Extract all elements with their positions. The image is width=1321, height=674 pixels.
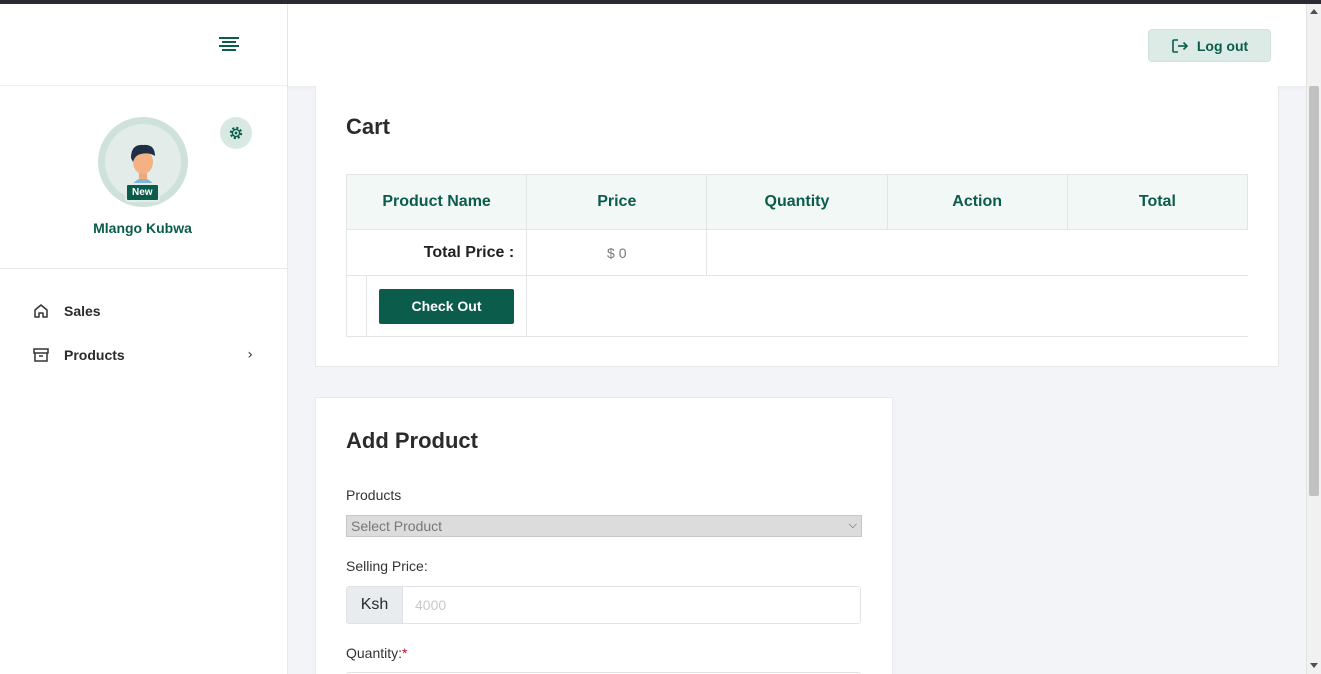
add-product-card: Add Product Products Select Product ⌵ Se… xyxy=(315,397,893,674)
avatar[interactable]: New xyxy=(98,117,188,207)
column-header: Quantity xyxy=(706,174,888,230)
products-label: Products xyxy=(346,487,402,503)
selling-price-input[interactable] xyxy=(403,587,860,623)
sidebar-header xyxy=(0,4,287,86)
menu-toggle-icon[interactable] xyxy=(219,37,239,53)
user-name: Mlango Kubwa xyxy=(93,220,192,236)
total-row: Total Price : $ 0 xyxy=(345,229,1248,276)
column-header: Total xyxy=(1066,174,1249,230)
cart-table: Product Name Price Quantity Action Total… xyxy=(345,174,1249,337)
table-header-row: Product Name Price Quantity Action Total xyxy=(345,174,1249,230)
column-header: Price xyxy=(526,174,708,230)
chevron-right-icon: › xyxy=(247,347,253,363)
sidebar-item-label: Sales xyxy=(64,303,101,319)
empty-cell xyxy=(526,275,1248,337)
empty-cell xyxy=(706,229,1248,276)
sidebar-item-label: Products xyxy=(64,347,125,363)
top-header: Log out xyxy=(288,4,1306,86)
checkout-cell: Check Out xyxy=(345,275,528,337)
logout-icon xyxy=(1172,38,1188,53)
product-select-value: Select Product xyxy=(351,518,443,534)
checkout-button[interactable]: Check Out xyxy=(379,288,514,324)
logout-button[interactable]: Log out xyxy=(1148,29,1271,62)
sidebar-item-sales[interactable]: Sales xyxy=(0,289,287,333)
add-product-title: Add Product xyxy=(346,428,478,453)
gear-icon xyxy=(229,126,243,140)
column-header: Action xyxy=(886,174,1068,230)
settings-button[interactable] xyxy=(220,117,252,149)
product-select[interactable]: Select Product ⌵ xyxy=(346,515,862,537)
quantity-label: Quantity:* xyxy=(346,645,407,661)
scroll-thumb[interactable] xyxy=(1309,86,1319,496)
required-mark: * xyxy=(402,645,408,661)
logout-label: Log out xyxy=(1196,37,1249,54)
total-price-label: Total Price : xyxy=(345,229,528,276)
cart-card: Cart Product Name Price Quantity Action … xyxy=(315,86,1279,367)
sidebar-item-products[interactable]: Products › xyxy=(0,333,287,377)
scroll-up-icon[interactable] xyxy=(1310,9,1318,14)
home-icon xyxy=(32,302,50,320)
checkout-row: Check Out xyxy=(345,275,1248,337)
sidebar: New Mlango Kubwa Sales Products › xyxy=(0,4,288,674)
selling-price-group: Ksh xyxy=(346,586,861,624)
quantity-label-text: Quantity: xyxy=(346,645,403,661)
archive-icon xyxy=(32,346,50,364)
column-header: Product Name xyxy=(345,174,528,230)
new-badge: New xyxy=(125,183,160,202)
total-price-value: $ 0 xyxy=(526,229,708,276)
page-scrollbar[interactable] xyxy=(1306,4,1321,674)
cart-title: Cart xyxy=(346,114,391,139)
chevron-down-icon: ⌵ xyxy=(848,519,857,531)
sidebar-nav: Sales Products › xyxy=(0,269,287,377)
currency-addon: Ksh xyxy=(347,587,403,623)
selling-price-label: Selling Price: xyxy=(346,558,428,574)
scroll-down-icon[interactable] xyxy=(1310,663,1318,668)
user-profile: New Mlango Kubwa xyxy=(0,86,287,269)
